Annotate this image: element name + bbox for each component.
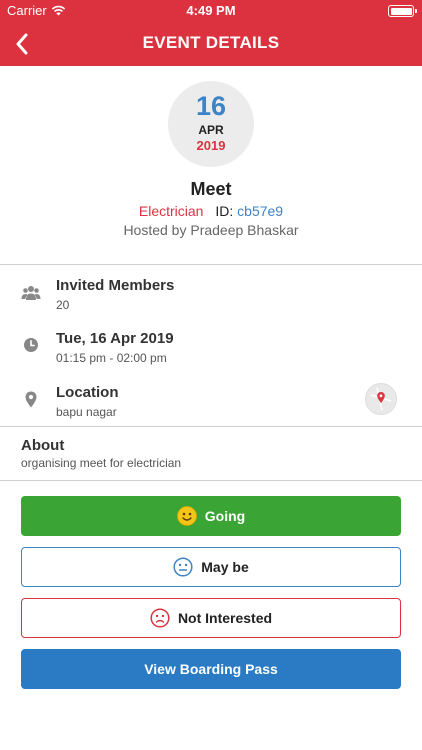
event-title: Meet (190, 179, 232, 199)
smile-icon (176, 506, 197, 526)
not-interested-label: Not Interested (177, 610, 273, 626)
location-value: bapu nagar (56, 405, 117, 419)
event-category: Electrician (138, 203, 204, 219)
going-label: Going (204, 508, 246, 524)
about-text: organising meet for electrician (21, 456, 182, 470)
status-bar: Carrier 4:49 PM (0, 0, 422, 22)
maybe-button[interactable]: May be (21, 547, 401, 587)
datetime-row: Tue, 16 Apr 2019 01:15 pm - 02:00 pm (0, 330, 422, 370)
hosted-by: Hosted by Pradeep Bhaskar (123, 222, 299, 238)
neutral-face-icon (173, 557, 193, 577)
date-year: 2019 (196, 138, 226, 153)
event-time-range: 01:15 pm - 02:00 pm (56, 351, 167, 365)
event-meta: Electrician ID: cb57e9 (0, 203, 422, 219)
clock-icon (21, 335, 41, 355)
view-boarding-pass-button[interactable]: View Boarding Pass (21, 649, 401, 689)
divider (0, 480, 422, 481)
map-thumbnail[interactable] (365, 383, 397, 415)
pin-icon (21, 389, 41, 409)
nav-header: Carrier 4:49 PM EVENT DETAILS (0, 0, 422, 66)
battery-icon (388, 5, 417, 17)
group-icon (21, 283, 41, 303)
map-pin-icon (370, 387, 392, 411)
event-date-text: Tue, 16 Apr 2019 (56, 330, 174, 347)
event-id-label: ID: (215, 203, 234, 219)
divider (0, 426, 422, 427)
date-day: 16 (195, 91, 227, 121)
event-id-value: cb57e9 (237, 203, 284, 219)
not-interested-button[interactable]: Not Interested (21, 598, 401, 638)
date-month: APR (198, 123, 224, 137)
page-title: EVENT DETAILS (142, 33, 280, 52)
going-button[interactable]: Going (21, 496, 401, 536)
divider (0, 264, 422, 265)
maybe-label: May be (201, 559, 249, 575)
members-title: Invited Members (56, 277, 175, 294)
status-time: 4:49 PM (186, 3, 236, 18)
event-date-badge: 16 APR 2019 (168, 81, 254, 167)
invited-members-row[interactable]: Invited Members 20 (0, 277, 422, 317)
location-row[interactable]: Location bapu nagar (0, 384, 422, 424)
boarding-pass-label: View Boarding Pass (144, 661, 278, 677)
about-title: About (21, 437, 65, 454)
sad-face-icon (150, 608, 170, 628)
members-count: 20 (56, 298, 70, 312)
location-title: Location (56, 384, 119, 401)
